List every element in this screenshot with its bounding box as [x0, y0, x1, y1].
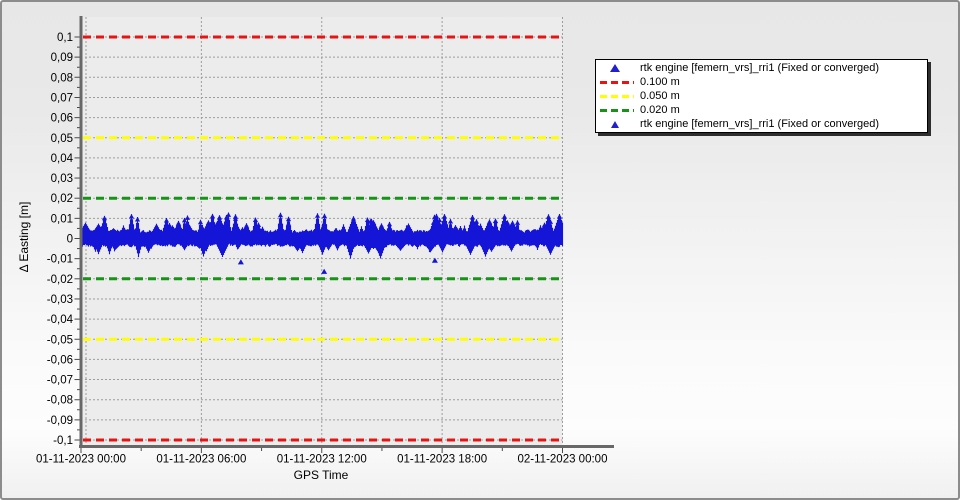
- y-tick-label: -0,09: [47, 415, 73, 427]
- legend: rtk engine [femern_vrs]_rri1 (Fixed or c…: [595, 59, 928, 133]
- legend-marker-cell: [596, 121, 638, 128]
- y-tick-label: -0,05: [47, 334, 73, 346]
- legend-item-label: rtk engine [femern_vrs]_rri1 (Fixed or c…: [638, 118, 879, 130]
- series-triangle-icon: [610, 64, 620, 72]
- y-tick-label: 0: [67, 234, 73, 246]
- legend-item-series-2: rtk engine [femern_vrs]_rri1 (Fixed or c…: [596, 117, 927, 131]
- x-tick-label: 02-11-2023 00:00: [518, 454, 608, 466]
- y-tick-label: -0,08: [47, 395, 73, 407]
- y-tick-label: 0,08: [51, 72, 73, 84]
- x-axis-title: GPS Time: [261, 468, 381, 482]
- y-tick-label: -0,07: [47, 375, 73, 387]
- y-tick-label: -0,06: [47, 354, 73, 366]
- y-tick-label: 0,1: [57, 32, 73, 44]
- yellow-dash-line-icon: [600, 95, 634, 98]
- chart-panel: 0,1 0,09 0,08 0,07 0,06 0,05 0,04 0,03 0,02 0,01 0…: [0, 0, 960, 500]
- x-tick-label: 01-11-2023 18:00: [397, 454, 487, 466]
- y-tick-label: 0,02: [51, 193, 73, 205]
- y-tick-label: -0,03: [47, 294, 73, 306]
- y-tick-label: 0,06: [51, 113, 73, 125]
- y-tick-label: -0,02: [47, 274, 73, 286]
- y-tick-label: 0,01: [51, 213, 73, 225]
- legend-marker-cell: [596, 64, 638, 72]
- y-tick-label: 0,03: [51, 173, 73, 185]
- legend-item-label: 0.050 m: [638, 90, 680, 102]
- y-tick-label: -0,01: [47, 254, 73, 266]
- legend-item-label: 0.100 m: [638, 76, 680, 88]
- y-tick-label: 0,04: [51, 153, 74, 165]
- series-triangle-icon: [611, 121, 619, 128]
- x-tick-label: 01-11-2023 12:00: [277, 454, 367, 466]
- legend-item-limit-50mm: 0.050 m: [596, 89, 927, 103]
- green-dash-line-icon: [600, 109, 634, 112]
- legend-marker-cell: [596, 109, 638, 112]
- legend-marker-cell: [596, 95, 638, 98]
- red-dash-line-icon: [600, 81, 634, 84]
- y-tick-label: 0,09: [51, 52, 73, 64]
- y-tick-label: 0,07: [51, 92, 73, 104]
- legend-item-limit-20mm: 0.020 m: [596, 103, 927, 117]
- legend-item-label: rtk engine [femern_vrs]_rri1 (Fixed or c…: [638, 62, 879, 74]
- legend-item-label: 0.020 m: [638, 104, 680, 116]
- y-tick-label: -0,04: [47, 314, 74, 326]
- x-tick-label: 01-11-2023 06:00: [156, 454, 246, 466]
- legend-item-limit-100mm: 0.100 m: [596, 75, 927, 89]
- y-tick-label: -0,1: [53, 435, 73, 447]
- y-tick-label: 0,05: [51, 133, 73, 145]
- y-axis-title: Δ Easting [m]: [17, 157, 31, 317]
- legend-item-series: rtk engine [femern_vrs]_rri1 (Fixed or c…: [596, 61, 927, 75]
- legend-marker-cell: [596, 81, 638, 84]
- x-tick-label: 01-11-2023 00:00: [36, 454, 126, 466]
